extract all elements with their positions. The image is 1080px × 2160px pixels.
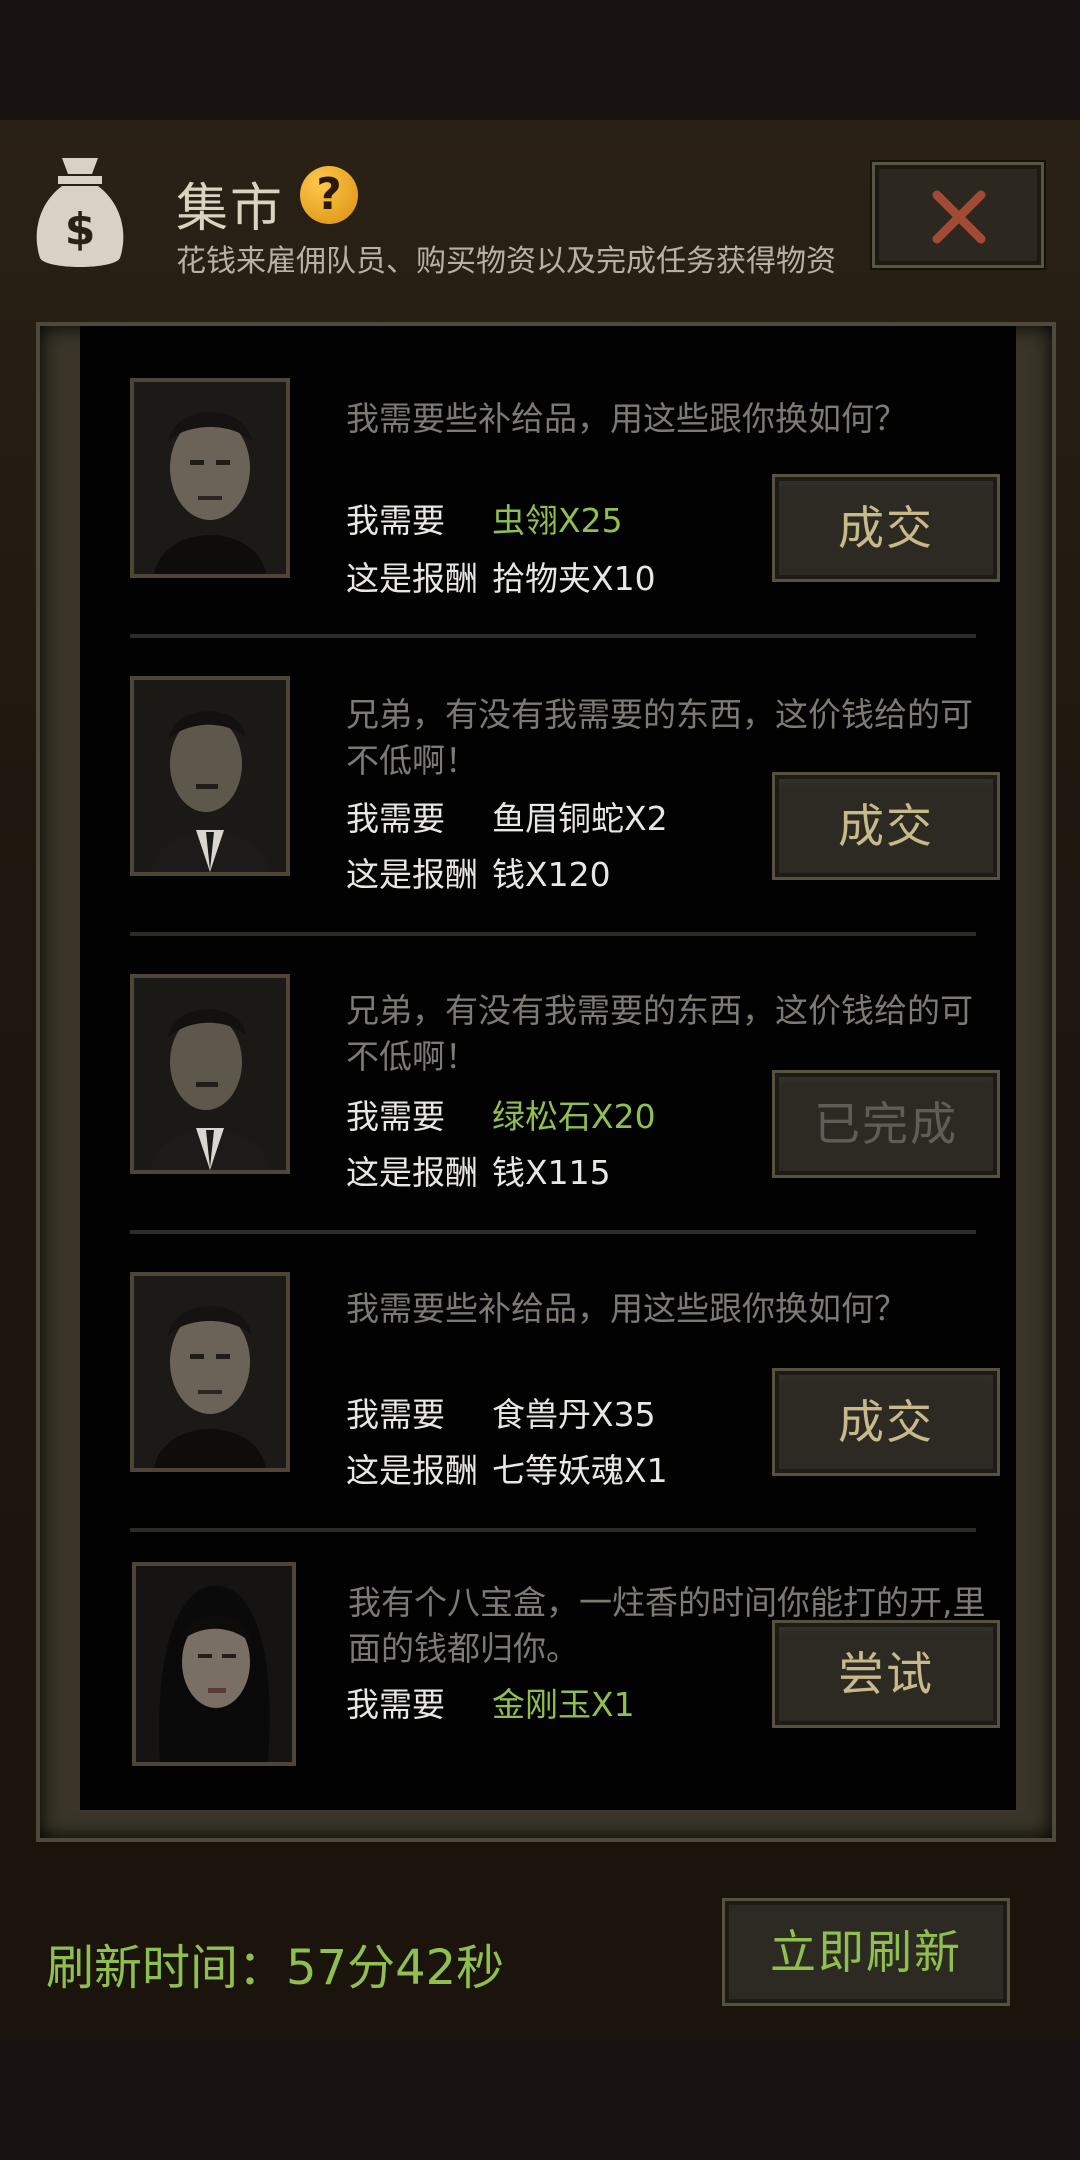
page-subtitle: 花钱来雇佣队员、购买物资以及完成任务获得物资 xyxy=(176,244,836,279)
reward-value: 钱X120 xyxy=(492,855,611,894)
offer-row: 我有个八宝盒，一炷香的时间你能打的开,里面的钱都归你。 我需要 金刚玉X1 尝试 xyxy=(80,1560,1016,1860)
need-value: 食兽丹X35 xyxy=(492,1395,656,1434)
npc-portrait xyxy=(130,1272,290,1472)
close-button[interactable] xyxy=(872,162,1044,268)
need-label: 我需要 xyxy=(346,501,445,540)
deal-button[interactable]: 成交 xyxy=(772,772,1000,880)
offer-row: 我需要些补给品，用这些跟你换如何？ 我需要 虫翎X25 这是报酬 拾物夹X10 … xyxy=(80,366,1016,666)
reward-label: 这是报酬 xyxy=(346,559,478,598)
close-icon xyxy=(932,190,986,244)
navigation-bar-area xyxy=(0,2040,1080,2160)
npc-portrait xyxy=(130,676,290,876)
offer-message: 我需要些补给品，用这些跟你换如何？ xyxy=(346,1289,907,1328)
reward-value: 钱X115 xyxy=(492,1153,611,1192)
page-title: 集市 xyxy=(176,179,285,239)
npc-portrait xyxy=(130,974,290,1174)
help-icon[interactable]: ? xyxy=(300,166,358,224)
completed-button[interactable]: 已完成 xyxy=(772,1070,1000,1178)
offer-message: 兄弟，有没有我需要的东西，这价钱给的可不低啊！ xyxy=(346,991,973,1076)
npc-portrait xyxy=(130,378,290,578)
need-label: 我需要 xyxy=(346,1097,445,1136)
try-button[interactable]: 尝试 xyxy=(772,1620,1000,1728)
need-value: 绿松石X20 xyxy=(492,1097,656,1136)
refresh-now-button[interactable]: 立即刷新 xyxy=(722,1898,1010,2006)
offer-row: 兄弟，有没有我需要的东西，这价钱给的可不低啊！ 我需要 鱼眉铜蛇X2 这是报酬 … xyxy=(80,666,1016,966)
svg-text:$: $ xyxy=(65,204,96,255)
row-divider xyxy=(130,1230,976,1234)
deal-button[interactable]: 成交 xyxy=(772,474,1000,582)
need-label: 我需要 xyxy=(346,799,445,838)
reward-label: 这是报酬 xyxy=(346,1153,478,1192)
need-value: 金刚玉X1 xyxy=(492,1685,635,1724)
row-divider xyxy=(130,634,976,638)
npc-portrait xyxy=(132,1562,296,1766)
offer-list-frame: 我需要些补给品，用这些跟你换如何？ 我需要 虫翎X25 这是报酬 拾物夹X10 … xyxy=(36,322,1056,1842)
need-value: 虫翎X25 xyxy=(492,501,623,540)
need-label: 我需要 xyxy=(346,1395,445,1434)
row-divider xyxy=(130,932,976,936)
offer-row: 我需要些补给品，用这些跟你换如何？ 我需要 食兽丹X35 这是报酬 七等妖魂X1… xyxy=(80,1262,1016,1562)
money-bag-icon: $ xyxy=(36,158,124,267)
reward-value: 七等妖魂X1 xyxy=(492,1451,668,1490)
refresh-timer: 刷新时间：57分42秒 xyxy=(46,1940,505,1996)
reward-label: 这是报酬 xyxy=(346,855,478,894)
panel-header: $ 集市 ? 花钱来雇佣队员、购买物资以及完成任务获得物资 xyxy=(0,120,1080,320)
offer-message: 我需要些补给品，用这些跟你换如何？ xyxy=(346,399,907,438)
offer-message: 兄弟，有没有我需要的东西，这价钱给的可不低啊！ xyxy=(346,695,973,780)
need-label: 我需要 xyxy=(346,1685,445,1724)
market-panel: $ 集市 ? 花钱来雇佣队员、购买物资以及完成任务获得物资 我需要些补给品，用这… xyxy=(0,120,1080,2040)
need-value: 鱼眉铜蛇X2 xyxy=(492,799,668,838)
reward-label: 这是报酬 xyxy=(346,1451,478,1490)
offer-row: 兄弟，有没有我需要的东西，这价钱给的可不低啊！ 我需要 绿松石X20 这是报酬 … xyxy=(80,964,1016,1264)
row-divider xyxy=(130,1528,976,1532)
status-bar-area xyxy=(0,0,1080,120)
offer-list[interactable]: 我需要些补给品，用这些跟你换如何？ 我需要 虫翎X25 这是报酬 拾物夹X10 … xyxy=(80,326,1016,1810)
deal-button[interactable]: 成交 xyxy=(772,1368,1000,1476)
reward-value: 拾物夹X10 xyxy=(492,559,656,598)
